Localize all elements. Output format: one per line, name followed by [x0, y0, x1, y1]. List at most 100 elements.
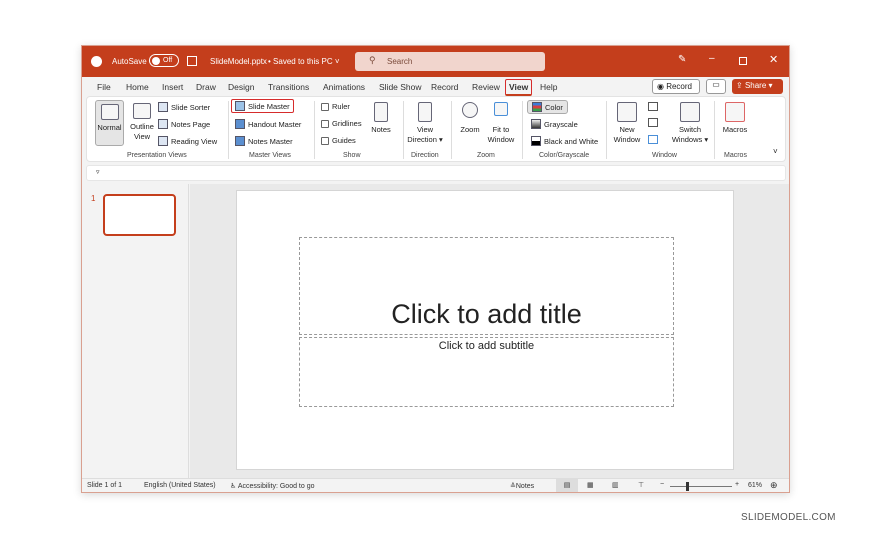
group-label: Macros	[724, 152, 747, 159]
zoom-button[interactable]: Zoom	[457, 102, 483, 135]
normal-view-button[interactable]: Normal	[95, 100, 124, 146]
fit-to-window-button[interactable]: Fit to Window	[485, 102, 517, 145]
outline-view-button[interactable]: Outline View	[127, 103, 157, 142]
search-icon: ⚲	[369, 55, 376, 65]
accessibility-icon: ♿︎	[230, 483, 237, 490]
slide-sorter-icon	[158, 102, 168, 112]
group-label: Direction	[411, 152, 439, 159]
tab-draw[interactable]: Draw	[196, 82, 216, 92]
notes-icon	[374, 102, 388, 122]
file-name: SlideModel.pptx	[210, 57, 267, 66]
new-window-icon	[617, 102, 637, 122]
tab-animations[interactable]: Animations	[323, 82, 365, 92]
cascade-icon[interactable]	[648, 118, 658, 127]
pen-icon[interactable]: ✎	[678, 54, 686, 65]
group-label: Master Views	[249, 152, 291, 159]
arrange-all-icon[interactable]	[648, 102, 658, 111]
switch-windows-icon	[680, 102, 700, 122]
group-label: Presentation Views	[127, 152, 187, 159]
fit-slide-icon[interactable]: ⊕	[770, 480, 778, 491]
handout-master-button[interactable]: Handout Master	[235, 119, 301, 129]
slide-canvas[interactable]: Click to add title Click to add subtitle	[236, 190, 734, 470]
tab-help[interactable]: Help	[540, 82, 557, 92]
collapse-ribbon-chevron-icon[interactable]: ˅	[773, 147, 778, 156]
autosave-toggle[interactable]: Off	[149, 54, 179, 67]
quick-access-toolbar: ▿	[86, 165, 786, 181]
comments-button[interactable]: ▭	[706, 79, 726, 94]
minimize-button[interactable]: –	[709, 53, 715, 64]
group-label: Show	[343, 152, 361, 159]
thumbnail-number: 1	[91, 194, 96, 203]
zoom-icon	[462, 102, 478, 118]
powerpoint-logo-icon	[91, 56, 102, 67]
title-bar: AutoSave Off SlideModel.pptx • Saved to …	[82, 46, 789, 77]
reading-view-button[interactable]: Reading View	[158, 136, 217, 146]
slideshow-icon[interactable]: ⊤	[638, 481, 644, 489]
powerpoint-window: AutoSave Off SlideModel.pptx • Saved to …	[81, 45, 790, 493]
save-icon[interactable]	[187, 56, 197, 66]
language-status[interactable]: English (United States)	[144, 482, 216, 489]
macros-button[interactable]: Macros	[719, 102, 751, 135]
group-label: Zoom	[477, 152, 495, 159]
search-box[interactable]: ⚲ Search	[355, 52, 545, 71]
reading-view-icon[interactable]: ▥	[612, 481, 619, 489]
subtitle-placeholder[interactable]: Click to add subtitle	[299, 337, 674, 407]
reading-view-icon	[158, 136, 168, 146]
color-icon	[532, 102, 542, 112]
view-direction-icon	[418, 102, 432, 122]
notes-master-button[interactable]: Notes Master	[235, 136, 293, 146]
macros-icon	[725, 102, 745, 122]
slide-counter: Slide 1 of 1	[87, 482, 123, 489]
accessibility-status[interactable]: ♿︎ Accessibility: Good to go	[230, 482, 315, 490]
slide-thumbnail[interactable]	[103, 194, 176, 236]
customize-qat-icon[interactable]: ▿	[96, 168, 100, 176]
group-label: Color/Grayscale	[539, 152, 590, 159]
watermark: SLIDEMODEL.COM	[741, 512, 836, 523]
notes-page-button[interactable]: Notes Page	[158, 119, 210, 129]
move-split-icon[interactable]	[648, 135, 658, 144]
zoom-out-button[interactable]: −	[660, 481, 664, 488]
guides-checkbox[interactable]: Guides	[321, 136, 356, 145]
slide-thumbnail-panel: 1	[82, 184, 189, 478]
tab-record[interactable]: Record	[431, 82, 458, 92]
tab-slide-show[interactable]: Slide Show	[379, 82, 422, 92]
zoom-level[interactable]: 61%	[748, 482, 762, 489]
slide-master-button[interactable]: Slide Master	[231, 99, 294, 113]
tab-transitions[interactable]: Transitions	[268, 82, 309, 92]
tab-view[interactable]: View	[505, 79, 533, 96]
save-status[interactable]: • Saved to this PC ˅	[268, 57, 340, 66]
slide-sorter-icon[interactable]: ▦	[587, 481, 594, 489]
gridlines-checkbox[interactable]: Gridlines	[321, 119, 362, 128]
tab-review[interactable]: Review	[472, 82, 500, 92]
grayscale-button[interactable]: Grayscale	[531, 119, 578, 129]
tab-home[interactable]: Home	[126, 82, 149, 92]
notes-page-icon	[158, 119, 168, 129]
color-button[interactable]: Color	[527, 100, 568, 114]
group-label: Window	[652, 152, 677, 159]
view-direction-button[interactable]: View Direction ▾	[407, 102, 443, 145]
autosave-label: AutoSave	[112, 57, 147, 66]
zoom-slider[interactable]	[670, 482, 732, 491]
notes-toggle[interactable]: ≙Notes	[510, 482, 534, 490]
ruler-checkbox[interactable]: Ruler	[321, 102, 350, 111]
close-button[interactable]: ✕	[769, 53, 778, 66]
black-and-white-button[interactable]: Black and White	[531, 136, 598, 146]
maximize-button[interactable]	[739, 57, 747, 65]
tab-insert[interactable]: Insert	[162, 82, 183, 92]
ribbon-tabs: File Home Insert Draw Design Transitions…	[82, 77, 789, 97]
switch-windows-button[interactable]: Switch Windows ▾	[671, 102, 709, 145]
tab-file[interactable]: File	[97, 82, 111, 92]
share-button[interactable]: ⇪ Share ▾	[732, 79, 783, 94]
record-button[interactable]: ◉ Record	[652, 79, 700, 94]
tab-design[interactable]: Design	[228, 82, 254, 92]
slide-master-icon	[235, 101, 245, 111]
slide-editor: Click to add title Click to add subtitle	[190, 184, 789, 478]
zoom-in-button[interactable]: +	[735, 481, 739, 488]
ribbon: Normal Outline View Slide Sorter Notes P…	[86, 96, 786, 162]
slide-sorter-button[interactable]: Slide Sorter	[158, 102, 210, 112]
notes-button[interactable]: Notes	[369, 102, 393, 135]
new-window-button[interactable]: New Window	[612, 102, 642, 145]
status-bar: Slide 1 of 1 English (United States) ♿︎ …	[82, 478, 789, 492]
normal-view-icon[interactable]: ▤	[556, 479, 578, 492]
title-placeholder[interactable]: Click to add title	[299, 237, 674, 335]
